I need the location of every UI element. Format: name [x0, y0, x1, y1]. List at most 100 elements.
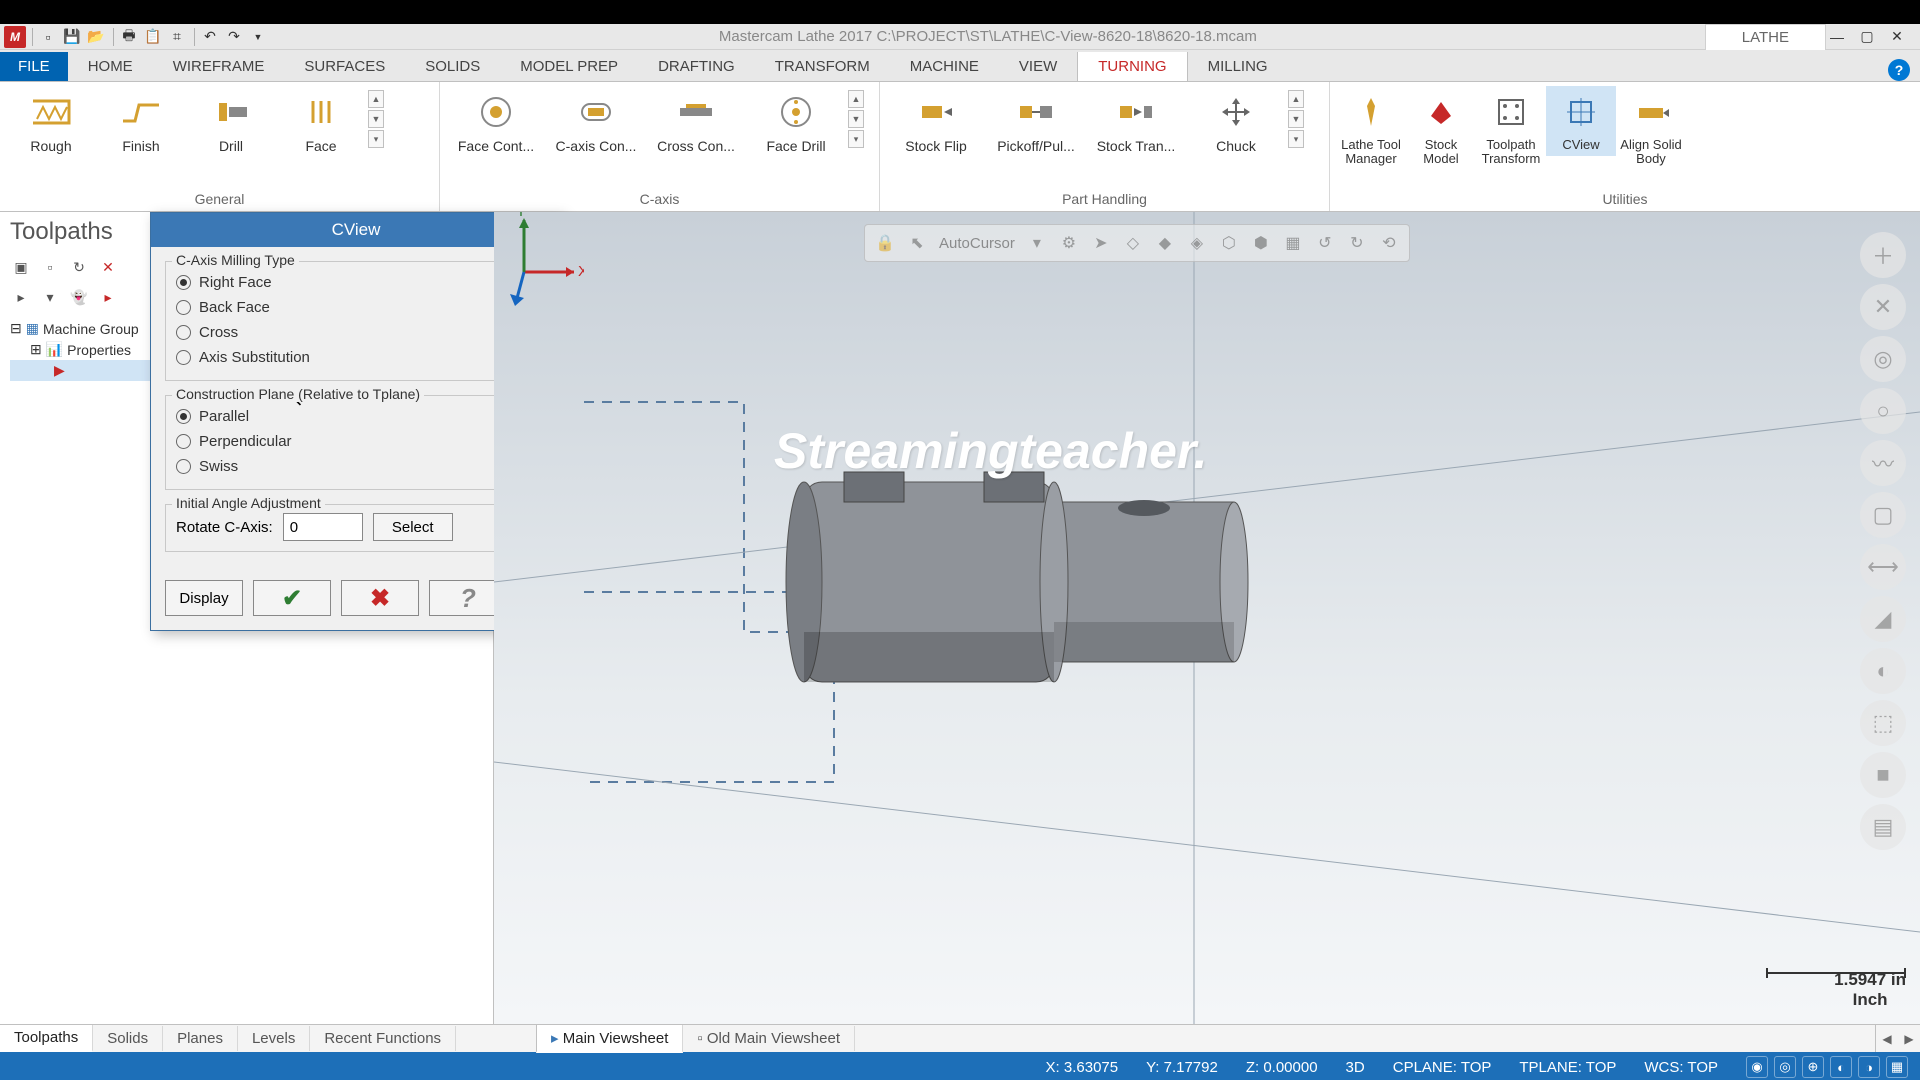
status-icon-4[interactable]: ◐	[1830, 1056, 1852, 1078]
view-x-icon[interactable]: ✕	[1860, 284, 1906, 330]
status-icon-2[interactable]: ◎	[1774, 1056, 1796, 1078]
radio-swiss[interactable]: Swiss	[176, 454, 536, 479]
tab-wireframe[interactable]: WIREFRAME	[153, 52, 285, 81]
status-wcs[interactable]: WCS: TOP	[1644, 1059, 1718, 1076]
help-icon[interactable]: ?	[1888, 59, 1910, 81]
view-cube-icon[interactable]: ▢	[1860, 492, 1906, 538]
tab-drafting[interactable]: DRAFTING	[638, 52, 755, 81]
gallery-up-icon[interactable]: ▲	[1288, 90, 1304, 108]
stock-flip-button[interactable]: Stock Flip	[886, 86, 986, 158]
new-icon[interactable]: ▫	[37, 26, 59, 48]
ok-button[interactable]: ✔	[253, 580, 331, 616]
status-cplane[interactable]: CPLANE: TOP	[1393, 1059, 1492, 1076]
delete-icon[interactable]: ✕	[95, 254, 121, 280]
maximize-icon[interactable]: ▢	[1856, 26, 1878, 48]
stock-transfer-button[interactable]: Stock Tran...	[1086, 86, 1186, 158]
post-icon[interactable]: ▸	[95, 284, 121, 310]
snap4-icon[interactable]: ⬡	[1215, 229, 1243, 257]
status-icon-3[interactable]: ⊕	[1802, 1056, 1824, 1078]
file-tab[interactable]: FILE	[0, 52, 68, 81]
snap9-icon[interactable]: ⟲	[1375, 229, 1403, 257]
snap2-icon[interactable]: ◆	[1151, 229, 1179, 257]
select-icon[interactable]: ▣	[8, 254, 34, 280]
gallery-more-icon[interactable]: ▾	[1288, 130, 1304, 148]
radio-parallel[interactable]: Parallel	[176, 404, 536, 429]
status-icon-5[interactable]: ◑	[1858, 1056, 1880, 1078]
regen-icon[interactable]: ↻	[66, 254, 92, 280]
view-layers-icon[interactable]: ▤	[1860, 804, 1906, 850]
gallery-more-icon[interactable]: ▾	[848, 130, 864, 148]
deselect-icon[interactable]: ▫	[37, 254, 63, 280]
gallery-more-icon[interactable]: ▾	[368, 130, 384, 148]
btab-planes[interactable]: Planes	[163, 1026, 238, 1051]
snap1-icon[interactable]: ◇	[1119, 229, 1147, 257]
caxis-gallery-arrows[interactable]: ▲ ▼ ▾	[846, 86, 866, 152]
btab-toolpaths[interactable]: Toolpaths	[0, 1025, 93, 1052]
pointer-icon[interactable]: ➤	[1087, 229, 1115, 257]
status-icon-6[interactable]: ▦	[1886, 1056, 1908, 1078]
print-icon[interactable]: 🖶	[118, 26, 140, 48]
close-window-icon[interactable]: ✕	[1886, 26, 1908, 48]
status-3d[interactable]: 3D	[1346, 1059, 1365, 1076]
lock-icon[interactable]: 🔒	[871, 229, 899, 257]
viewport[interactable]: Streamingteacher. 🔒 ⬉ AutoCursor ▾ ⚙ ➤ ◇…	[494, 212, 1920, 1024]
radio-back-face[interactable]: Back Face	[176, 295, 536, 320]
qat-dropdown-icon[interactable]: ▼	[247, 26, 269, 48]
stock-model-button[interactable]: Stock Model	[1406, 86, 1476, 171]
align-solid-body-button[interactable]: Align Solid Body	[1616, 86, 1686, 171]
gallery-down-icon[interactable]: ▼	[368, 110, 384, 128]
snap8-icon[interactable]: ↻	[1343, 229, 1371, 257]
tree-properties[interactable]: Properties	[67, 342, 131, 358]
gallery-up-icon[interactable]: ▲	[368, 90, 384, 108]
view-dim-icon[interactable]: ⟷	[1860, 544, 1906, 590]
lathe-tool-manager-button[interactable]: Lathe Tool Manager	[1336, 86, 1406, 171]
viewsheet-next-icon[interactable]: ▶	[1898, 1028, 1920, 1050]
viewsheet-main[interactable]: ▸ Main Viewsheet	[536, 1025, 683, 1053]
select-button[interactable]: Select	[373, 513, 453, 541]
radio-right-face[interactable]: Right Face	[176, 270, 536, 295]
save-icon[interactable]: 💾	[61, 26, 83, 48]
cursor-icon[interactable]: ⬉	[903, 229, 931, 257]
btab-solids[interactable]: Solids	[93, 1026, 163, 1051]
tab-milling[interactable]: MILLING	[1188, 52, 1288, 81]
snap3-icon[interactable]: ◈	[1183, 229, 1211, 257]
gallery-up-icon[interactable]: ▲	[848, 90, 864, 108]
options-icon[interactable]: ⌗	[166, 26, 188, 48]
cview-button[interactable]: CView	[1546, 86, 1616, 156]
drill-button[interactable]: Drill	[186, 86, 276, 158]
face-button[interactable]: Face	[276, 86, 366, 158]
caxis-contour-button[interactable]: C-axis Con...	[546, 86, 646, 158]
face-drill-button[interactable]: Face Drill	[746, 86, 846, 158]
toolpath-transform-button[interactable]: Toolpath Transform	[1476, 86, 1546, 171]
part-gallery-arrows[interactable]: ▲ ▼ ▾	[1286, 86, 1306, 152]
snap5-icon[interactable]: ⬢	[1247, 229, 1275, 257]
radio-axis-substitution[interactable]: Axis Substitution	[176, 345, 536, 370]
tab-machine[interactable]: MACHINE	[890, 52, 999, 81]
pickoff-button[interactable]: Pickoff/Pul...	[986, 86, 1086, 158]
view-wire-icon[interactable]: ⬚	[1860, 700, 1906, 746]
cancel-button[interactable]: ✖	[341, 580, 419, 616]
chevron-down-icon[interactable]: ▾	[1023, 229, 1051, 257]
radio-perpendicular[interactable]: Perpendicular	[176, 429, 536, 454]
open-icon[interactable]: 📂	[85, 26, 107, 48]
tab-surfaces[interactable]: SURFACES	[284, 52, 405, 81]
redo-icon[interactable]: ↷	[223, 26, 245, 48]
minimize-icon[interactable]: —	[1826, 26, 1848, 48]
gear-icon[interactable]: ⚙	[1055, 229, 1083, 257]
gallery-down-icon[interactable]: ▼	[848, 110, 864, 128]
face-contour-button[interactable]: Face Cont...	[446, 86, 546, 158]
view-plus-icon[interactable]: ＋	[1860, 232, 1906, 278]
autocursor-label[interactable]: AutoCursor	[935, 235, 1019, 252]
snap6-icon[interactable]: ▦	[1279, 229, 1307, 257]
btab-levels[interactable]: Levels	[238, 1026, 310, 1051]
view-target-icon[interactable]: ◎	[1860, 336, 1906, 382]
ghost-icon[interactable]: 👻	[66, 284, 92, 310]
viewsheet-prev-icon[interactable]: ◀	[1876, 1028, 1898, 1050]
viewsheet-old[interactable]: ▫ Old Main Viewsheet	[683, 1026, 855, 1051]
context-tab-lathe[interactable]: LATHE	[1705, 24, 1826, 50]
radio-cross[interactable]: Cross	[176, 320, 536, 345]
tab-home[interactable]: HOME	[68, 52, 153, 81]
btab-recent-functions[interactable]: Recent Functions	[310, 1026, 456, 1051]
snap7-icon[interactable]: ↺	[1311, 229, 1339, 257]
gallery-down-icon[interactable]: ▼	[1288, 110, 1304, 128]
